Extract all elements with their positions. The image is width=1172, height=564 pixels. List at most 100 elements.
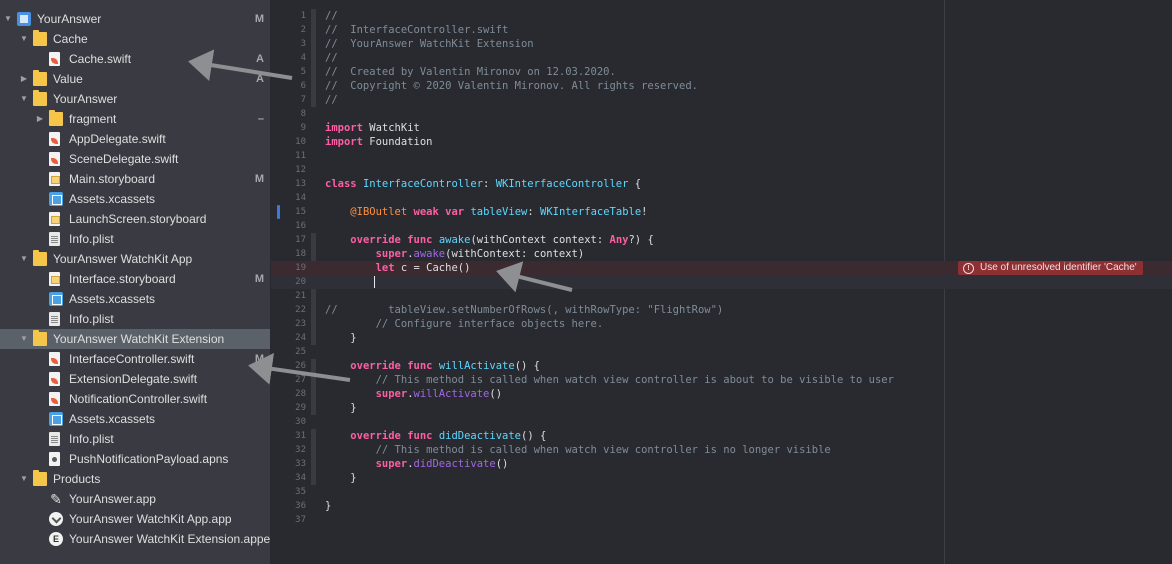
swift-file-icon (49, 372, 60, 386)
code-token: () { (514, 360, 540, 372)
line-number: 23 (295, 319, 306, 329)
code-line[interactable]: 5 // Created by Valentin Mironov on 12.03… (271, 65, 1172, 79)
line-number: 13 (295, 179, 306, 189)
line-number: 21 (295, 291, 306, 301)
code-token: InterfaceController (362, 178, 484, 190)
code-line[interactable]: 11 (271, 149, 1172, 163)
line-number: 9 (300, 123, 306, 133)
code-line[interactable]: 21 (271, 289, 1172, 303)
navigator-file-row[interactable]: Assets.xcassets (0, 189, 270, 209)
code-text: class InterfaceController: WKInterfaceCo… (325, 177, 641, 191)
disclosure-triangle-icon[interactable]: ▼ (19, 29, 29, 49)
navigator-file-row[interactable]: Cache.swift A (0, 49, 270, 69)
disclosure-triangle-icon[interactable]: ▼ (3, 9, 13, 29)
code-line[interactable]: 25 (271, 345, 1172, 359)
code-line[interactable]: 33 super.didDeactivate() (271, 457, 1172, 471)
disclosure-triangle-icon[interactable]: ▼ (19, 89, 29, 109)
code-line[interactable]: 28 super.willActivate() (271, 387, 1172, 401)
navigator-file-row[interactable]: NotificationController.swift (0, 389, 270, 409)
disclosure-triangle-icon[interactable]: ▼ (19, 329, 29, 349)
code-line[interactable]: 18 super.awake(withContext: context) (271, 247, 1172, 261)
code-line[interactable]: 14 (271, 191, 1172, 205)
code-line[interactable]: 15 @IBOutlet weak var tableView: WKInter… (271, 205, 1172, 219)
navigator-file-row[interactable]: AppDelegate.swift (0, 129, 270, 149)
navigator-file-row[interactable]: ✎ YourAnswer.app (0, 489, 270, 509)
navigator-group-row[interactable]: ▼ YourAnswer WatchKit App (0, 249, 270, 269)
line-number: 28 (295, 389, 306, 399)
line-number: 33 (295, 459, 306, 469)
navigator-file-row[interactable]: Assets.xcassets (0, 409, 270, 429)
code-line[interactable]: 16 (271, 219, 1172, 233)
navigator-file-row[interactable]: YourAnswer WatchKit App.app (0, 509, 270, 529)
navigator-item-label: YourAnswer WatchKit Extension (53, 332, 225, 346)
code-line[interactable]: 4 // (271, 51, 1172, 65)
code-token: } (325, 402, 357, 414)
line-number: 6 (300, 81, 306, 91)
navigator-file-row[interactable]: ▶ fragment – (0, 109, 270, 129)
watch-app-icon (49, 512, 63, 526)
code-line[interactable]: 2 // InterfaceController.swift (271, 23, 1172, 37)
code-line[interactable]: 12 (271, 163, 1172, 177)
navigator-file-row[interactable]: Info.plist (0, 309, 270, 329)
disclosure-triangle-icon[interactable]: ▶ (35, 109, 45, 129)
navigator-group-row[interactable]: ▼ YourAnswer M (0, 9, 270, 29)
code-line[interactable]: 6 // Copyright © 2020 Valentin Mironov. A… (271, 79, 1172, 93)
navigator-group-row[interactable]: ▼ Cache (0, 29, 270, 49)
code-line[interactable]: 7 // (271, 93, 1172, 107)
navigator-file-row[interactable]: Info.plist (0, 429, 270, 449)
navigator-group-row[interactable]: ▼ YourAnswer WatchKit Extension (0, 329, 270, 349)
line-number: 12 (295, 165, 306, 175)
navigator-file-row[interactable]: SceneDelegate.swift (0, 149, 270, 169)
navigator-group-row[interactable]: ▶ Value A (0, 69, 270, 89)
code-line[interactable]: 34 } (271, 471, 1172, 485)
navigator-file-row[interactable]: E YourAnswer WatchKit Extension.appex (0, 529, 270, 549)
code-line[interactable]: 17 override func awake(withContext conte… (271, 233, 1172, 247)
navigator-file-row[interactable]: Main.storyboard M (0, 169, 270, 189)
line-number: 27 (295, 375, 306, 385)
navigator-file-row[interactable]: Info.plist (0, 229, 270, 249)
navigator-file-row[interactable]: LaunchScreen.storyboard (0, 209, 270, 229)
code-token: // This method is called when watch view… (325, 444, 831, 456)
navigator-file-row[interactable]: Assets.xcassets (0, 289, 270, 309)
scm-status-badge: A (256, 53, 264, 65)
line-number: 37 (295, 515, 306, 525)
code-line[interactable]: 8 (271, 107, 1172, 121)
code-line[interactable]: 3 // YourAnswer WatchKit Extension (271, 37, 1172, 51)
code-line[interactable]: 37 (271, 513, 1172, 527)
extension-icon: E (49, 532, 63, 546)
code-line[interactable]: 9 import WatchKit (271, 121, 1172, 135)
code-token: class (325, 178, 357, 190)
code-line[interactable]: 22 // tableView.setNumberOfRows(, withRow… (271, 303, 1172, 317)
code-line[interactable]: 29 } (271, 401, 1172, 415)
folder-icon (33, 90, 47, 106)
disclosure-triangle-icon[interactable]: ▶ (19, 69, 29, 89)
navigator-file-row[interactable]: ExtensionDelegate.swift (0, 369, 270, 389)
code-text: // Configure interface objects here. (325, 317, 604, 331)
code-line[interactable]: 20 (271, 275, 1172, 289)
code-line[interactable]: 24 } (271, 331, 1172, 345)
code-line[interactable]: 32 // This method is called when watch v… (271, 443, 1172, 457)
disclosure-triangle-icon[interactable]: ▼ (19, 469, 29, 489)
code-line[interactable]: 31 override func didDeactivate() { (271, 429, 1172, 443)
code-line[interactable]: 1 // (271, 9, 1172, 23)
plist-icon (49, 232, 60, 246)
navigator-group-row[interactable]: ▼ Products (0, 469, 270, 489)
disclosure-triangle-icon[interactable]: ▼ (19, 249, 29, 269)
code-line[interactable]: 10 import Foundation (271, 135, 1172, 149)
code-line[interactable]: 23 // Configure interface objects here. (271, 317, 1172, 331)
code-line[interactable]: 27 // This method is called when watch v… (271, 373, 1172, 387)
navigator-group-row[interactable]: ▼ YourAnswer (0, 89, 270, 109)
navigator-file-row[interactable]: PushNotificationPayload.apns (0, 449, 270, 469)
code-line[interactable]: 13 class InterfaceController: WKInterface… (271, 177, 1172, 191)
code-line[interactable]: 36} (271, 499, 1172, 513)
navigator-file-row[interactable]: InterfaceController.swift M (0, 349, 270, 369)
code-text: } (325, 499, 331, 513)
code-token: // InterfaceController.swift (325, 24, 509, 36)
code-text: // Copyright © 2020 Valentin Mironov. Al… (325, 79, 698, 93)
error-annotation[interactable]: ! Use of unresolved identifier 'Cache' (958, 261, 1143, 275)
code-line[interactable]: 35 (271, 485, 1172, 499)
navigator-file-row[interactable]: Interface.storyboard M (0, 269, 270, 289)
code-line[interactable]: 26 override func willActivate() { (271, 359, 1172, 373)
code-line[interactable]: 30 (271, 415, 1172, 429)
